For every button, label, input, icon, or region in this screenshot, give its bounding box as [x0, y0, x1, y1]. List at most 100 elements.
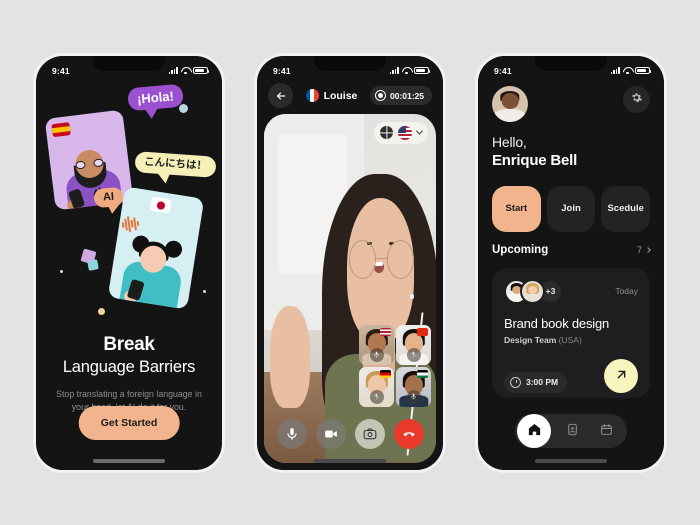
call-header: Louise 00:01:25	[257, 82, 443, 110]
notch	[314, 55, 386, 71]
speech-bubble-spanish: ¡Hola!	[127, 83, 184, 111]
usa-flag-icon	[398, 125, 412, 140]
greeting-hello: Hello,	[492, 133, 527, 150]
participant-thumbnail[interactable]	[396, 366, 431, 407]
participant-thumbnail[interactable]	[396, 324, 431, 365]
status-time: 9:41	[52, 65, 70, 76]
avatar[interactable]	[492, 85, 528, 122]
globe-translate-icon	[380, 126, 393, 139]
gear-icon	[630, 91, 643, 107]
mic-off-icon	[406, 347, 421, 362]
bottom-navigation	[515, 413, 627, 448]
meeting-subtitle: Design Team (USA)	[504, 335, 638, 345]
meeting-day: Today	[615, 286, 638, 296]
end-call-button[interactable]	[393, 418, 424, 449]
join-button[interactable]: Join	[546, 185, 596, 232]
meeting-time: 3:00 PM	[504, 371, 568, 393]
call-controls	[264, 418, 436, 449]
participant-thumbnail[interactable]	[359, 324, 394, 365]
schedule-button[interactable]: Scedule	[601, 185, 651, 232]
flip-camera-button[interactable]	[354, 418, 385, 449]
battery-icon	[414, 66, 431, 75]
wifi-icon	[402, 67, 411, 74]
video-call-screen: 9:41 Louise 00:01:25	[257, 55, 443, 470]
phone-video-call: 9:41 Louise 00:01:25	[254, 52, 446, 473]
page-subtitle: Language Barriers	[62, 357, 196, 376]
start-button[interactable]: Start	[492, 185, 541, 232]
chevron-right-icon	[645, 246, 651, 253]
wifi-icon	[623, 67, 632, 74]
cellular-bars-icon	[168, 67, 178, 74]
germany-flag-icon	[380, 369, 391, 378]
call-timer: 00:01:25	[369, 86, 432, 105]
greeting: Hello, Enrique Bell	[492, 134, 650, 169]
decorative-dot	[60, 269, 63, 273]
home-icon	[527, 422, 542, 440]
participant-thumbnails	[359, 324, 431, 407]
remote-participant-video	[269, 162, 436, 463]
settings-button[interactable]	[623, 85, 650, 113]
upcoming-count: 7	[636, 244, 642, 255]
mic-button[interactable]	[276, 418, 307, 449]
quick-actions: Start Join Scedule	[492, 185, 651, 232]
home-indicator[interactable]	[93, 459, 165, 463]
record-icon	[374, 90, 386, 101]
meeting-time-value: 3:00 PM	[526, 377, 559, 387]
phone-home: 9:41 Hello, Enrique Bell Start Join Sced…	[475, 52, 667, 473]
video-feed[interactable]	[264, 113, 436, 463]
back-arrow-icon[interactable]	[268, 83, 293, 108]
home-indicator[interactable]	[535, 459, 607, 463]
language-selector[interactable]	[374, 121, 428, 144]
arrow-up-right-icon	[614, 367, 629, 385]
home-screen: 9:41 Hello, Enrique Bell Start Join Sced…	[478, 55, 664, 470]
home-header	[492, 85, 650, 122]
section-title: Upcoming	[492, 243, 549, 256]
decorative-sparkle	[98, 307, 105, 315]
usa-flag-icon	[380, 327, 391, 336]
speaker-card-japanese	[107, 185, 205, 310]
mic-on-icon	[406, 389, 421, 404]
home-indicator[interactable]	[314, 459, 386, 463]
video-button[interactable]	[315, 418, 346, 449]
participant-thumbnail[interactable]	[359, 366, 394, 407]
mic-on-icon	[369, 347, 384, 362]
open-meeting-button[interactable]	[604, 358, 638, 393]
tab-contacts[interactable]	[559, 418, 585, 444]
japan-flag-icon	[149, 196, 172, 214]
spain-flag-icon	[51, 121, 71, 137]
hero-illustration: ¡Hola! こんにちは！ AI	[36, 80, 222, 330]
china-flag-icon	[417, 327, 428, 336]
mic-off-icon	[369, 389, 384, 404]
upcoming-see-all[interactable]: 7	[636, 244, 651, 255]
greeting-name: Enrique Bell	[492, 151, 578, 169]
phone-onboarding: 9:41 ¡Hola! こんにちは！ AI Break Language Bar…	[33, 52, 225, 473]
get-started-button[interactable]: Get Started	[78, 405, 180, 440]
cellular-bars-icon	[389, 67, 399, 74]
phones-stage: 9:41 ¡Hola! こんにちは！ AI Break Language Bar…	[0, 0, 700, 525]
notch	[93, 55, 165, 71]
calendar-icon	[600, 423, 613, 439]
speech-bubble-japanese: こんにちは！	[134, 150, 217, 177]
cellular-bars-icon	[610, 67, 620, 74]
contact-card-icon	[566, 423, 579, 439]
speech-bubble-ai: AI	[93, 186, 124, 208]
meeting-title: Brand book design	[504, 315, 610, 331]
status-time: 9:41	[273, 65, 291, 76]
avatar	[520, 278, 545, 304]
meeting-location: (USA)	[558, 334, 582, 345]
meeting-card[interactable]: +3 Today Brand book design Design Team (…	[492, 267, 650, 398]
peer-identity: Louise	[305, 89, 358, 102]
onboarding-screen: 9:41 ¡Hola! こんにちは！ AI Break Language Bar…	[36, 55, 222, 470]
onboarding-copy: Break Language Barriers Stop translating…	[36, 334, 222, 414]
peer-name: Louise	[323, 89, 358, 102]
voice-wave-icon	[121, 214, 140, 232]
battery-icon	[193, 66, 210, 75]
france-flag-icon	[305, 89, 319, 102]
tab-calendar[interactable]	[593, 418, 619, 444]
decorative-dot	[203, 289, 206, 293]
notch	[535, 55, 607, 71]
clock-icon	[510, 376, 521, 388]
tab-home[interactable]	[517, 413, 551, 448]
upcoming-section-header: Upcoming 7	[492, 243, 651, 256]
meeting-team: Design Team	[504, 334, 557, 345]
